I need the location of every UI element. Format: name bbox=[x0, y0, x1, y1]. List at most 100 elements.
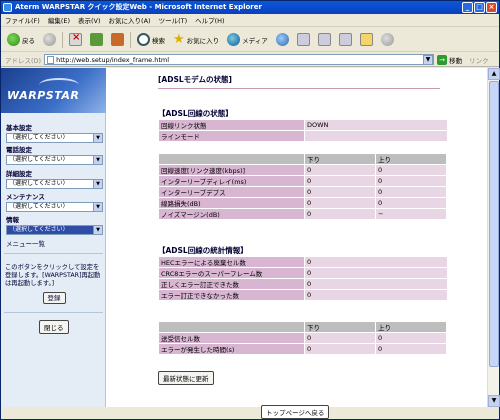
chevron-down-icon: ▼ bbox=[93, 226, 102, 234]
edit-icon bbox=[338, 33, 352, 46]
address-bar: アドレス(D) http://web.setup/index_frame.htm… bbox=[1, 53, 499, 67]
back-to-top-button[interactable]: トップページへ戻る bbox=[261, 405, 330, 419]
register-note: このボタンをクリックして設定を登録します。[WARPSTAR]再起動は再起動しま… bbox=[5, 264, 101, 287]
search-icon bbox=[137, 33, 150, 46]
table-row: CRC8エラーのスーパーフレーム数 0 bbox=[159, 268, 447, 278]
table-row: 正しくエラー訂正できた数 0 bbox=[159, 279, 447, 289]
messenger-button[interactable] bbox=[379, 31, 396, 49]
menu-favorites[interactable]: お気に入り(A) bbox=[109, 15, 151, 25]
section-line-status: 【ADSL回線の状態】 bbox=[158, 109, 233, 118]
favorites-button[interactable]: ★ お気に入り bbox=[171, 31, 221, 49]
folder-button[interactable] bbox=[358, 31, 375, 49]
table-row: 回線速度[リンク速度(kbps)] 0 0 bbox=[159, 165, 446, 175]
star-icon: ★ bbox=[173, 32, 185, 47]
minimize-button[interactable]: _ bbox=[462, 2, 473, 13]
refresh-status-button[interactable]: 最新状態に更新 bbox=[158, 371, 214, 385]
menu-file[interactable]: ファイル(F) bbox=[5, 15, 40, 25]
search-button[interactable]: 検索 bbox=[135, 31, 167, 49]
nav-select-information[interactable]: （選択してください） ▼ bbox=[6, 225, 103, 235]
media-button[interactable]: メディア bbox=[225, 31, 270, 49]
links-button[interactable]: リンク bbox=[469, 55, 489, 65]
menu-help[interactable]: ヘルプ(H) bbox=[195, 15, 224, 25]
address-input[interactable]: http://web.setup/index_frame.html ▼ bbox=[44, 54, 435, 65]
browser-window: Aterm WARPSTAR クイック設定Web - Microsoft Int… bbox=[0, 0, 500, 420]
back-arrow-icon bbox=[7, 33, 20, 46]
address-label: アドレス(D) bbox=[5, 56, 42, 65]
column-header-down: 下り bbox=[305, 154, 375, 164]
nav-heading: 基本設定 bbox=[6, 124, 32, 132]
register-button[interactable]: 登録 bbox=[42, 292, 66, 304]
sidebar-divider bbox=[4, 253, 103, 254]
back-button[interactable]: 戻る bbox=[5, 31, 37, 49]
close-button[interactable]: × bbox=[486, 2, 497, 13]
column-header-up: 上り bbox=[376, 154, 446, 164]
window-title: Aterm WARPSTAR クイック設定Web - Microsoft Int… bbox=[15, 3, 262, 11]
menu-view[interactable]: 表示(V) bbox=[78, 15, 101, 25]
table-row: 送受信セル数 0 0 bbox=[159, 333, 446, 343]
nav-heading: 情報 bbox=[6, 216, 19, 224]
nav-select-basic[interactable]: （選択してください） ▼ bbox=[6, 133, 103, 143]
column-header-up: 上り bbox=[376, 322, 446, 332]
stop-button[interactable] bbox=[67, 31, 84, 49]
table-row: ノイズマージン(dB) 0− bbox=[159, 209, 446, 219]
table-row: 線路損失(dB) 0 0 bbox=[159, 198, 446, 208]
ie-icon bbox=[3, 3, 12, 12]
edit-button[interactable] bbox=[337, 31, 354, 49]
menu-bar: ファイル(F) 編集(E) 表示(V) お気に入り(A) ツール(T) ヘルプ(… bbox=[1, 14, 499, 27]
forward-arrow-icon bbox=[43, 33, 56, 46]
table-row: HECエラーによる廃棄セル数 0 bbox=[159, 257, 447, 267]
toolbar-separator bbox=[130, 31, 131, 48]
sidebar: WARPSTAR 基本設定 （選択してください） ▼ 電話設定 （選択してください… bbox=[1, 68, 106, 407]
menu-edit[interactable]: 編集(E) bbox=[48, 15, 70, 25]
stop-icon bbox=[69, 32, 82, 46]
chevron-down-icon: ▼ bbox=[93, 134, 102, 142]
history-button[interactable] bbox=[274, 31, 291, 49]
chevron-down-icon: ▼ bbox=[93, 203, 102, 211]
title-underline bbox=[158, 88, 440, 89]
scroll-thumb[interactable] bbox=[489, 81, 499, 367]
refresh-button[interactable] bbox=[88, 31, 105, 49]
link-status-value: DOWN bbox=[305, 120, 447, 130]
menu-list-link[interactable]: メニュー一覧 bbox=[6, 238, 45, 248]
scroll-down-icon[interactable]: ▼ bbox=[488, 395, 500, 407]
table-row: インターリーブデプス 0 0 bbox=[159, 187, 446, 197]
register-box: このボタンをクリックして設定を登録します。[WARPSTAR]再起動は再起動しま… bbox=[5, 264, 103, 304]
nav-advanced-settings: 詳細設定 （選択してください） ▼ bbox=[6, 168, 103, 189]
home-button[interactable] bbox=[109, 31, 126, 49]
maximize-button[interactable]: □ bbox=[474, 2, 485, 13]
nav-information: 情報 （選択してください） ▼ bbox=[6, 214, 103, 235]
table-header-row: 下り 上り bbox=[159, 154, 446, 164]
nav-phone-settings: 電話設定 （選択してください） ▼ bbox=[6, 144, 103, 165]
folder-icon bbox=[359, 33, 373, 46]
media-icon bbox=[227, 33, 241, 46]
print-button[interactable] bbox=[316, 31, 333, 49]
table-row: エラー訂正できなかった数 0 bbox=[159, 290, 447, 300]
nav-select-phone[interactable]: （選択してください） ▼ bbox=[6, 155, 103, 165]
mail-button[interactable] bbox=[295, 31, 312, 49]
address-dropdown-icon[interactable]: ▼ bbox=[423, 54, 434, 65]
nav-heading: 電話設定 bbox=[6, 146, 32, 154]
nav-basic-settings: 基本設定 （選択してください） ▼ bbox=[6, 122, 103, 143]
sidebar-divider bbox=[4, 312, 103, 313]
history-icon bbox=[275, 33, 289, 46]
close-page-button[interactable]: 閉じる bbox=[39, 320, 69, 334]
table-row: ラインモード bbox=[159, 131, 447, 141]
nav-maintenance: メンテナンス （選択してください） ▼ bbox=[6, 191, 103, 212]
nav-select-advanced[interactable]: （選択してください） ▼ bbox=[6, 179, 103, 189]
line-metrics-table: 下り 上り 回線速度[リンク速度(kbps)] 0 0 インターリーブディレイ(ms)… bbox=[158, 153, 447, 220]
toolbar-separator bbox=[62, 31, 63, 48]
logo-swoosh bbox=[39, 78, 79, 92]
nav-heading: メンテナンス bbox=[6, 193, 45, 201]
forward-button[interactable] bbox=[41, 31, 58, 49]
cell-count-table: 下り 上り 送受信セル数 0 0 エラーが発生した時間(s) 0 0 bbox=[158, 321, 447, 355]
home-icon bbox=[111, 33, 124, 46]
mail-icon bbox=[296, 33, 310, 46]
table-row: エラーが発生した時間(s) 0 0 bbox=[159, 344, 446, 354]
line-mode-value bbox=[305, 131, 447, 141]
go-button[interactable]: → 移動 bbox=[437, 54, 462, 65]
vertical-scrollbar[interactable]: ▲ ▼ bbox=[487, 68, 500, 407]
menu-tools[interactable]: ツール(T) bbox=[159, 15, 188, 25]
column-header-down: 下り bbox=[305, 322, 375, 332]
scroll-up-icon[interactable]: ▲ bbox=[488, 68, 500, 80]
nav-select-maintenance[interactable]: （選択してください） ▼ bbox=[6, 202, 103, 212]
